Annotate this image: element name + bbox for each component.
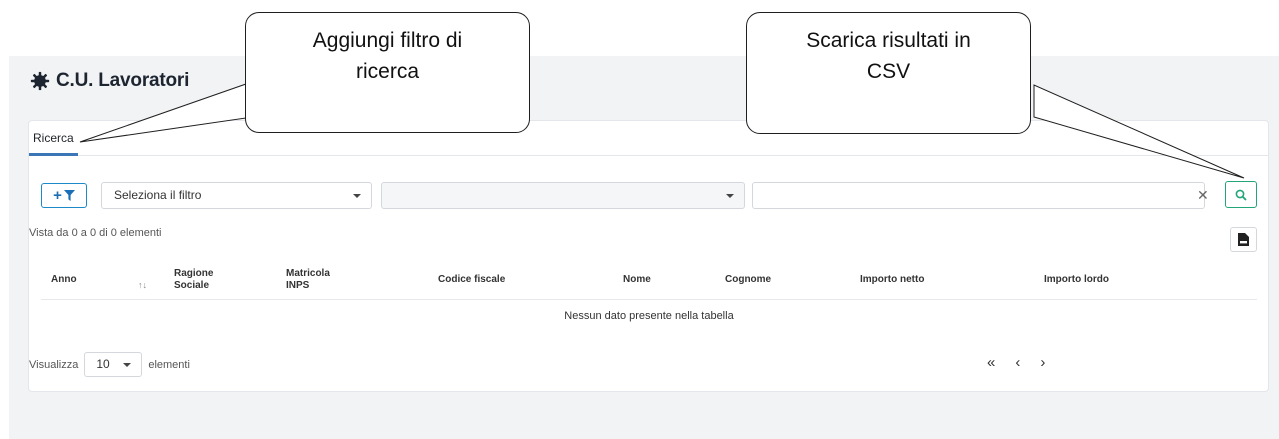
column-ragione-sociale[interactable]: Ragione Sociale — [174, 261, 234, 299]
column-nome[interactable]: Nome — [623, 261, 683, 299]
page-title: C.U. Lavoratori — [30, 70, 189, 92]
close-icon[interactable]: ✕ — [1197, 187, 1209, 204]
page-length-select[interactable]: 10 — [84, 352, 143, 377]
csv-file-icon — [1238, 233, 1249, 246]
search-button[interactable] — [1225, 181, 1257, 208]
column-codice-fiscale[interactable]: Codice fiscale — [438, 261, 538, 299]
callout-add-filter-line1: Aggiungi filtro di — [312, 29, 463, 52]
length-suffix: elementi — [148, 358, 190, 371]
table-info: Vista da 0 a 0 di 0 elementi — [29, 227, 162, 239]
column-importo-lordo[interactable]: Importo lordo — [1044, 261, 1134, 299]
plus-icon: + — [53, 187, 62, 204]
filter-operator-select[interactable] — [381, 182, 745, 209]
gear-icon — [30, 71, 50, 91]
chevron-down-icon — [123, 363, 132, 367]
page-length-value: 10 — [96, 357, 110, 371]
next-page-button[interactable]: › — [1040, 354, 1045, 371]
search-icon — [1235, 189, 1247, 201]
callout-export-csv: Scarica risultati in CSV — [746, 12, 1031, 134]
prev-page-button[interactable]: ‹ — [1015, 354, 1020, 371]
filter-icon — [63, 190, 75, 201]
callout-add-filter-line2: ricerca — [355, 60, 419, 83]
filter-field-select[interactable]: Seleziona il filtro — [101, 182, 372, 209]
chevron-down-icon — [353, 194, 361, 198]
search-card: Ricerca + Seleziona il filtro ✕ Vista da… — [28, 120, 1269, 392]
column-cognome[interactable]: Cognome — [725, 261, 795, 299]
page-length-control: Visualizza 10 elementi — [29, 352, 190, 377]
callout-add-filter: Aggiungi filtro di ricerca — [245, 12, 530, 133]
sort-icon[interactable]: ↑↓ — [138, 280, 147, 290]
column-matricola-inps[interactable]: Matricola INPS — [286, 261, 348, 299]
add-filter-button[interactable]: + — [41, 183, 87, 208]
callout-export-csv-line1: Scarica risultati in — [806, 29, 971, 52]
pagination: « ‹ › — [987, 354, 1045, 371]
filter-value-input[interactable] — [752, 182, 1205, 209]
column-importo-netto[interactable]: Importo netto — [860, 261, 950, 299]
page-title-text: C.U. Lavoratori — [56, 70, 190, 91]
table-header: Anno ↑↓ Ragione Sociale Matricola INPS C… — [41, 261, 1257, 300]
column-anno[interactable]: Anno — [51, 261, 111, 299]
filter-field-value: Seleziona il filtro — [114, 188, 202, 202]
empty-table-message: Nessun dato presente nella tabella — [564, 310, 734, 322]
tab-ricerca[interactable]: Ricerca — [29, 121, 78, 156]
length-prefix: Visualizza — [29, 358, 79, 371]
first-page-button[interactable]: « — [987, 354, 995, 371]
callout-export-csv-line2: CSV — [866, 60, 911, 83]
results-table: Anno ↑↓ Ragione Sociale Matricola INPS C… — [41, 261, 1257, 332]
tab-bar: Ricerca — [29, 121, 1268, 156]
chevron-down-icon — [726, 194, 734, 198]
export-csv-button[interactable] — [1230, 227, 1257, 252]
